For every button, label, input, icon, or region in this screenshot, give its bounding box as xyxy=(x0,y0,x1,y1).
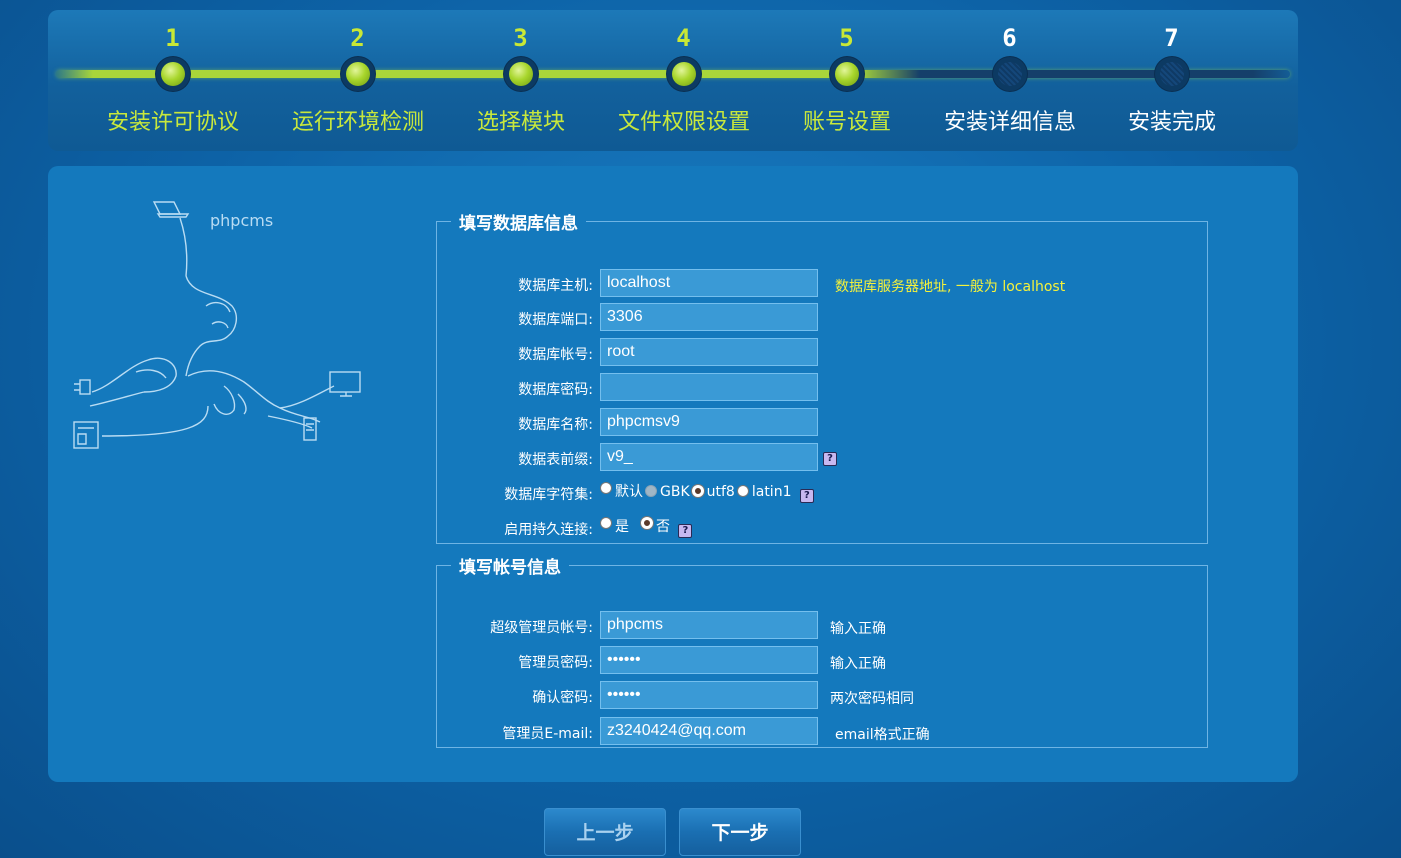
brand-text: phpcms xyxy=(210,211,273,230)
step-label: 安装许可协议 xyxy=(106,110,239,135)
next-step-button[interactable]: 下一步 xyxy=(679,808,801,856)
document-icon xyxy=(73,421,99,449)
admin-email-input[interactable]: z3240424@qq.com xyxy=(600,717,818,745)
step-complete-icon xyxy=(341,57,375,91)
step-complete-icon xyxy=(667,57,701,91)
field-label: 管理员E-mail: xyxy=(502,726,593,742)
db-name-input[interactable]: phpcmsv9 xyxy=(600,408,818,436)
help-icon[interactable]: ? xyxy=(823,452,837,466)
field-label: 数据库密码: xyxy=(518,382,593,398)
step-number: 6 xyxy=(1002,24,1018,52)
step-number: 2 xyxy=(350,24,366,52)
confirm-password-input[interactable]: •••••• xyxy=(600,681,818,709)
validation-message: 输入正确 xyxy=(830,621,886,637)
step-label: 安装完成 xyxy=(1127,110,1216,135)
db-password-input[interactable] xyxy=(600,373,818,401)
charset-radio-latin1[interactable]: latin1 xyxy=(736,484,791,500)
step-3: 3 选择模块 xyxy=(446,10,596,151)
step-label: 账号设置 xyxy=(802,110,891,135)
step-label: 选择模块 xyxy=(476,110,565,135)
step-pending-icon xyxy=(993,57,1027,91)
step-complete-icon xyxy=(504,57,538,91)
charset-radio-gbk[interactable]: GBK xyxy=(645,484,690,500)
db-user-input[interactable]: root xyxy=(600,338,818,366)
field-label: 数据库名称: xyxy=(518,417,593,433)
help-icon[interactable]: ? xyxy=(799,489,814,503)
previous-step-button[interactable]: 上一步 xyxy=(544,808,666,856)
field-label: 数据库端口: xyxy=(518,312,593,328)
step-complete-icon xyxy=(830,57,864,91)
db-prefix-input[interactable]: v9_ xyxy=(600,443,818,471)
step-label: 运行环境检测 xyxy=(291,110,424,135)
field-label: 启用持久连接: xyxy=(504,522,593,538)
admin-username-input[interactable]: phpcms xyxy=(600,611,818,639)
step-label: 文件权限设置 xyxy=(617,110,750,135)
field-label: 管理员密码: xyxy=(518,655,593,671)
step-label: 安装详细信息 xyxy=(943,110,1076,135)
settings-panel: phpcms 填写数据库信息 数据库主机: localhost 数据库服务器地址… xyxy=(48,166,1298,782)
account-info-section: 填写帐号信息 超级管理员帐号: phpcms 输入正确 管理员密码: •••••… xyxy=(436,553,1208,748)
section-title: 填写数据库信息 xyxy=(459,214,578,234)
step-7: 7 安装完成 xyxy=(1097,10,1247,151)
field-label: 数据库字符集: xyxy=(504,487,593,503)
charset-radio-default[interactable]: 默认 xyxy=(600,481,643,501)
validation-message: 输入正确 xyxy=(830,656,886,672)
database-info-section: 填写数据库信息 数据库主机: localhost 数据库服务器地址, 一般为 l… xyxy=(436,209,1208,544)
section-title: 填写帐号信息 xyxy=(459,558,561,578)
server-icon xyxy=(303,417,317,441)
persistent-radio-group: 是否 ? xyxy=(600,516,693,538)
help-icon[interactable]: ? xyxy=(678,524,693,538)
step-number: 7 xyxy=(1164,24,1180,52)
step-6: 6 安装详细信息 xyxy=(935,10,1085,151)
validation-message: email格式正确 xyxy=(835,727,930,743)
laptop-icon xyxy=(152,201,190,218)
field-label: 确认密码: xyxy=(532,690,593,706)
step-number: 5 xyxy=(839,24,855,52)
field-label: 数据库主机: xyxy=(518,278,593,294)
step-2: 2 运行环境检测 xyxy=(283,10,433,151)
field-label: 数据库帐号: xyxy=(518,347,593,363)
step-number: 1 xyxy=(165,24,181,52)
db-port-input[interactable]: 3306 xyxy=(600,303,818,331)
install-steps-bar: 1 安装许可协议 2 运行环境检测 3 选择模块 4 文件权限设置 5 账号设置… xyxy=(48,10,1298,151)
step-complete-icon xyxy=(156,57,190,91)
validation-message: 两次密码相同 xyxy=(830,691,914,707)
persistent-radio-no[interactable]: 否 xyxy=(641,516,670,536)
db-host-input[interactable]: localhost xyxy=(600,269,818,297)
step-number: 3 xyxy=(513,24,529,52)
charset-radio-utf8[interactable]: utf8 xyxy=(691,484,735,500)
field-label: 数据表前缀: xyxy=(518,452,593,468)
step-5: 5 账号设置 xyxy=(772,10,922,151)
step-1: 1 安装许可协议 xyxy=(98,10,248,151)
persistent-radio-yes[interactable]: 是 xyxy=(600,516,629,536)
step-pending-icon xyxy=(1155,57,1189,91)
charset-radio-group: 默认 GBK utf8 latin1 ? xyxy=(600,481,814,503)
step-4: 4 文件权限设置 xyxy=(609,10,759,151)
plug-icon xyxy=(74,379,91,395)
admin-password-input[interactable]: •••••• xyxy=(600,646,818,674)
field-label: 超级管理员帐号: xyxy=(490,620,593,636)
db-host-hint: 数据库服务器地址, 一般为 localhost xyxy=(835,279,1066,295)
step-number: 4 xyxy=(676,24,692,52)
